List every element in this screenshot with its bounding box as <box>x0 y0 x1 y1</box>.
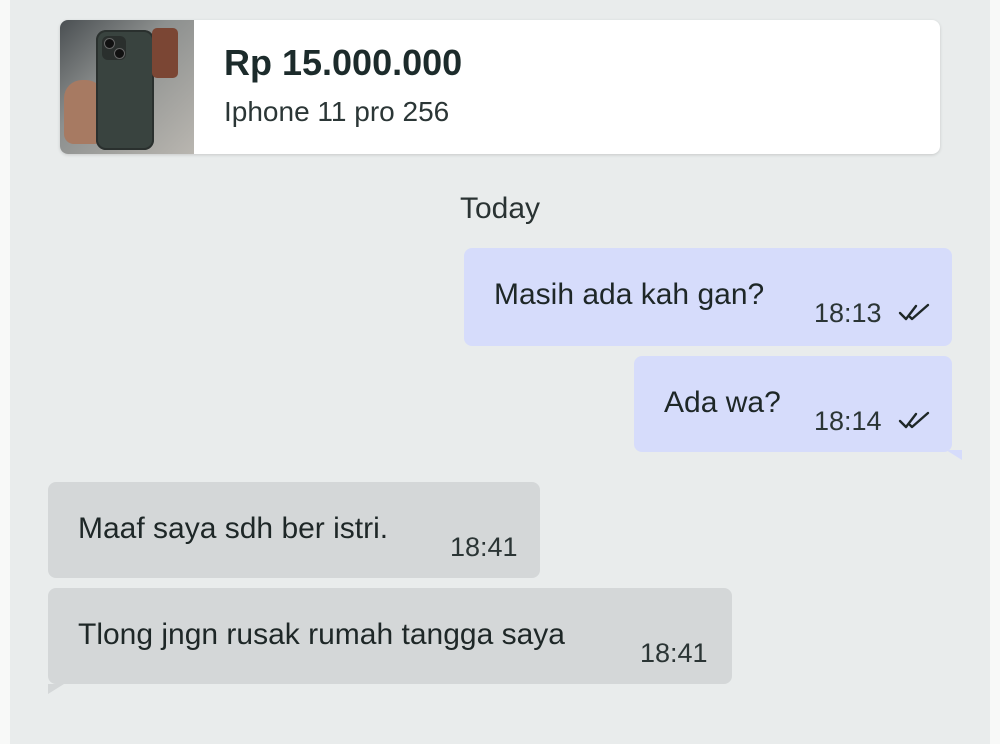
message-text: Masih ada kah gan? <box>494 278 765 311</box>
message-bubble-incoming[interactable]: Maaf saya sdh ber istri. 18:41 <box>48 482 540 578</box>
product-name: Iphone 11 pro 256 <box>224 96 450 127</box>
message-bubble-outgoing[interactable]: Masih ada kah gan? 18:13 <box>464 248 952 346</box>
phone-image-icon <box>96 30 154 150</box>
camera-module-icon <box>102 36 126 60</box>
message-bubble-outgoing[interactable]: Ada wa? 18:14 <box>634 356 962 460</box>
message-time: 18:41 <box>640 638 708 668</box>
double-check-icon <box>898 411 930 429</box>
message-time: 18:13 <box>814 298 882 328</box>
bubble-tail <box>946 450 962 460</box>
message-time: 18:14 <box>814 406 882 436</box>
double-check-icon <box>898 303 930 321</box>
chat-view: Rp 15.000.000 Iphone 11 pro 256 Today Ma… <box>10 0 990 744</box>
date-divider: Today <box>459 192 541 225</box>
message-text: Maaf saya sdh ber istri. <box>78 512 389 545</box>
product-price: Rp 15.000.000 <box>224 42 463 83</box>
message-text: Ada wa? <box>664 386 781 419</box>
message-time: 18:41 <box>450 532 518 562</box>
phone-case-shape <box>152 28 178 78</box>
bubble-tail <box>48 684 64 694</box>
product-card[interactable]: Rp 15.000.000 Iphone 11 pro 256 <box>60 20 940 154</box>
product-thumbnail[interactable] <box>60 20 194 154</box>
message-bubble-incoming[interactable]: Tlong jngn rusak rumah tangga saya 18:41 <box>48 588 732 694</box>
message-text: Tlong jngn rusak rumah tangga saya <box>78 618 565 651</box>
